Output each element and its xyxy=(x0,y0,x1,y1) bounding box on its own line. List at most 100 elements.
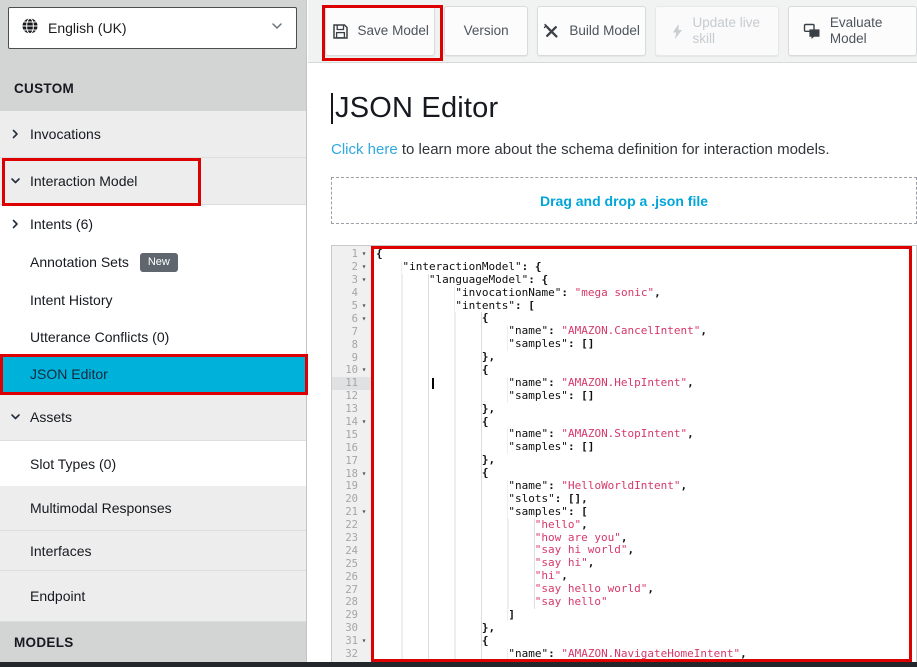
sidebar-item-intents-6[interactable]: Intents (6) xyxy=(0,205,306,243)
text-cursor xyxy=(432,378,434,389)
alexa-developer-console: English (UK) CUSTOM InvocationsInteracti… xyxy=(0,0,917,667)
toolbar: Save Model VersionBuild Model Update live … xyxy=(308,0,917,63)
language-selector[interactable]: English (UK) xyxy=(8,7,297,49)
gutter-line: 17 xyxy=(332,454,371,467)
text-cursor xyxy=(331,93,333,124)
sidebar-item-label: Slot Types (0) xyxy=(30,456,116,472)
chevron-right-icon xyxy=(10,129,21,140)
gutter-line: 13 xyxy=(332,403,371,416)
code-line[interactable]: "invocationName": "mega sonic", xyxy=(372,287,916,300)
code-line[interactable]: ] xyxy=(372,609,916,622)
code-line[interactable]: "hello", xyxy=(372,519,916,532)
editor-code[interactable]: {"interactionModel": {"languageModel": {… xyxy=(372,246,916,666)
subtitle: Click here to learn more about the schem… xyxy=(331,141,830,158)
line-number: 25 xyxy=(345,558,358,570)
sidebar-item-multimodal-responses[interactable]: Multimodal Responses xyxy=(0,486,306,531)
sidebar-item-slot-types-0[interactable]: Slot Types (0) xyxy=(0,441,306,486)
line-number: 28 xyxy=(345,596,358,608)
gutter-line: 10▾ xyxy=(332,364,371,377)
code-line[interactable]: "say hello world", xyxy=(372,583,916,596)
sidebar-item-utterance-conflicts-0[interactable]: Utterance Conflicts (0) xyxy=(0,318,306,355)
evaluate-model-button[interactable]: Evaluate Model xyxy=(788,6,917,56)
code-line[interactable]: "say hello" xyxy=(372,596,916,609)
code-line[interactable]: }, xyxy=(372,454,916,467)
code-line[interactable]: "samples": [ xyxy=(372,506,916,519)
code-line[interactable]: "how are you", xyxy=(372,532,916,545)
sidebar-item-label: Intents (6) xyxy=(30,216,93,232)
code-line[interactable]: "name": "AMAZON.StopIntent", xyxy=(372,428,916,441)
json-code-editor[interactable]: 1▾2▾3▾45▾6▾78910▾11121314▾15161718▾19202… xyxy=(331,245,917,667)
sidebar-item-json-editor[interactable]: JSON Editor xyxy=(0,355,306,393)
code-line[interactable]: "say hi world", xyxy=(372,544,916,557)
sidebar-item-assets[interactable]: Assets xyxy=(0,393,306,441)
fold-arrow-icon[interactable]: ▾ xyxy=(358,250,370,258)
new-badge: New xyxy=(140,253,178,272)
schema-link[interactable]: Click here xyxy=(331,141,398,158)
gutter-line: 24 xyxy=(332,544,371,557)
fold-arrow-icon[interactable]: ▾ xyxy=(358,366,370,374)
fold-arrow-icon[interactable]: ▾ xyxy=(358,276,370,284)
fold-arrow-icon[interactable]: ▾ xyxy=(358,302,370,310)
code-line[interactable]: "name": "AMAZON.HelpIntent", xyxy=(372,377,916,390)
code-line[interactable]: "samples": [] xyxy=(372,441,916,454)
sidebar-item-label: Invocations xyxy=(30,126,101,142)
page-title: JSON Editor xyxy=(335,92,498,125)
fold-arrow-icon[interactable]: ▾ xyxy=(358,263,370,271)
chevron-down-icon xyxy=(10,176,21,187)
line-number: 29 xyxy=(345,609,358,621)
code-line[interactable]: }, xyxy=(372,622,916,635)
fold-arrow-icon[interactable]: ▾ xyxy=(358,315,370,323)
build-model-button[interactable]: Build Model xyxy=(537,6,646,56)
gutter-line: 31▾ xyxy=(332,635,371,648)
gutter-line: 26 xyxy=(332,570,371,583)
code-line[interactable]: "slots": [], xyxy=(372,493,916,506)
sidebar-item-label: Endpoint xyxy=(30,588,85,604)
fold-arrow-icon[interactable]: ▾ xyxy=(358,418,370,426)
line-number: 18 xyxy=(345,468,358,480)
line-number: 19 xyxy=(345,480,358,492)
line-number: 15 xyxy=(345,429,358,441)
sidebar-item-invocations[interactable]: Invocations xyxy=(0,111,306,158)
gutter-line: 8 xyxy=(332,338,371,351)
line-number: 23 xyxy=(345,532,358,544)
code-line[interactable]: "say hi", xyxy=(372,557,916,570)
fold-arrow-icon[interactable]: ▾ xyxy=(358,470,370,478)
sidebar-item-label: Annotation Sets xyxy=(30,254,129,270)
code-line[interactable]: "samples": [] xyxy=(372,390,916,403)
line-number: 32 xyxy=(345,648,358,660)
gutter-line: 4 xyxy=(332,287,371,300)
sidebar-item-annotation-sets[interactable]: Annotation Sets New xyxy=(0,243,306,281)
sidebar-item-label: JSON Editor xyxy=(30,366,108,382)
button-label: Save Model xyxy=(358,23,429,39)
sidebar-item-intent-history[interactable]: Intent History xyxy=(0,281,306,318)
gutter-line: 9 xyxy=(332,351,371,364)
fold-arrow-icon[interactable]: ▾ xyxy=(358,508,370,516)
save-model-button[interactable]: Save Model xyxy=(325,6,435,56)
code-line[interactable]: "name": "AMAZON.NavigateHomeIntent", xyxy=(372,648,916,661)
code-line[interactable]: "samples": [] xyxy=(372,338,916,351)
chevron-down-icon xyxy=(270,19,284,38)
json-dropzone[interactable]: Drag and drop a .json file xyxy=(331,177,917,224)
code-line[interactable]: "name": "AMAZON.CancelIntent", xyxy=(372,325,916,338)
line-number: 17 xyxy=(345,455,358,467)
button-label: Update live skill xyxy=(693,15,765,47)
subtitle-text: to learn more about the schema definitio… xyxy=(398,141,830,158)
line-number: 26 xyxy=(345,571,358,583)
version-button[interactable]: Version xyxy=(444,6,528,56)
sidebar-item-endpoint[interactable]: Endpoint xyxy=(0,571,306,622)
chat-icon xyxy=(803,23,821,40)
code-line[interactable]: }, xyxy=(372,403,916,416)
sidebar-item-interfaces[interactable]: Interfaces xyxy=(0,531,306,571)
save-icon xyxy=(332,23,349,40)
line-number: 7 xyxy=(352,326,358,338)
gutter-line: 29 xyxy=(332,609,371,622)
gutter-line: 27 xyxy=(332,583,371,596)
code-line[interactable]: "intents": [ xyxy=(372,300,916,313)
line-number: 8 xyxy=(352,339,358,351)
fold-arrow-icon[interactable]: ▾ xyxy=(358,637,370,645)
code-line[interactable]: "name": "HelloWorldIntent", xyxy=(372,480,916,493)
code-line[interactable]: }, xyxy=(372,351,916,364)
line-number: 14 xyxy=(345,416,358,428)
main-area: Save Model VersionBuild Model Update live … xyxy=(308,0,917,667)
sidebar-item-interaction-model[interactable]: Interaction Model xyxy=(0,158,306,205)
